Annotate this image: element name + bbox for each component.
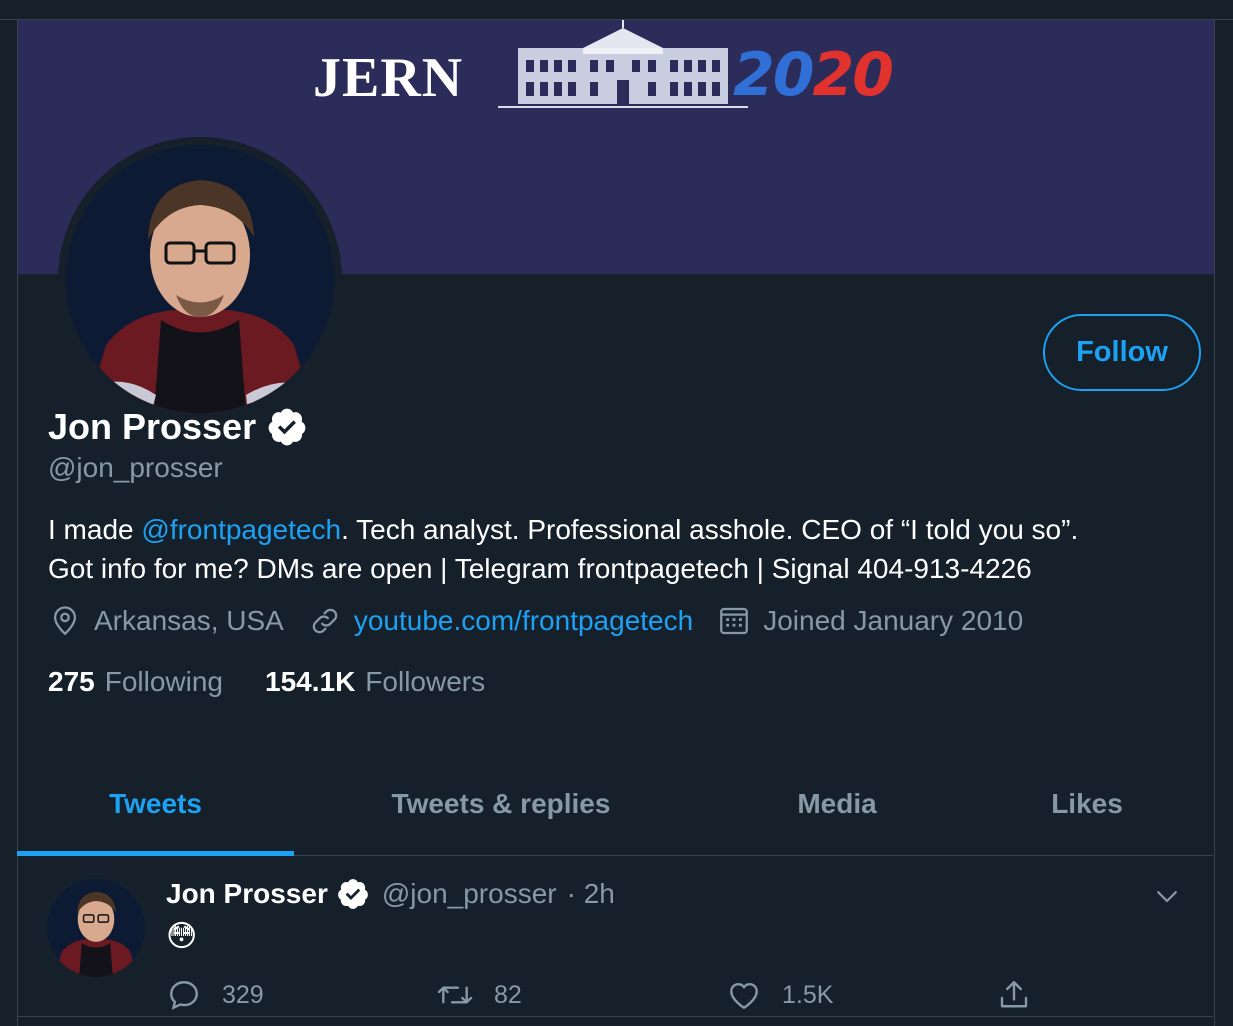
bio-mention-link[interactable]: @frontpagetech xyxy=(141,514,341,545)
bio-line-1: I made @frontpagetech. Tech analyst. Pro… xyxy=(48,514,1079,545)
profile-website[interactable]: youtube.com/frontpagetech xyxy=(308,604,693,638)
banner-word: JERN xyxy=(313,47,464,109)
following-count-link[interactable]: 275 Following xyxy=(48,666,223,698)
location-pin-icon xyxy=(53,606,77,636)
profile-handle: @jon_prosser xyxy=(48,452,223,483)
bio-line-2: Got info for me? DMs are open | Telegram… xyxy=(48,553,1032,584)
profile-avatar[interactable] xyxy=(58,137,342,421)
person-portrait-icon xyxy=(66,145,334,413)
profile-counts: 275 Following 154.1K Followers xyxy=(48,666,527,698)
top-bar xyxy=(0,0,1233,20)
avatar-image xyxy=(66,145,334,413)
profile-location: Arkansas, USA xyxy=(48,604,284,638)
followers-count-link[interactable]: 154.1K Followers xyxy=(265,666,485,698)
banner-year: 2020 xyxy=(733,40,894,110)
white-house-icon xyxy=(498,20,748,108)
banner-logo: JERN 2020 xyxy=(313,20,933,120)
link-icon xyxy=(312,608,338,634)
profile-bio: I made @frontpagetech. Tech analyst. Pro… xyxy=(48,510,1198,588)
follow-button[interactable]: Follow xyxy=(1043,314,1201,391)
profile-name: Jon Prosser xyxy=(48,406,257,447)
calendar-icon xyxy=(720,607,749,635)
profile-meta: Arkansas, USA youtube.com/frontpagetech … xyxy=(48,604,1047,638)
profile-name-row: Jon Prosser xyxy=(48,406,308,448)
profile-joined: Joined January 2010 xyxy=(717,604,1023,638)
verified-badge-icon xyxy=(268,408,306,446)
